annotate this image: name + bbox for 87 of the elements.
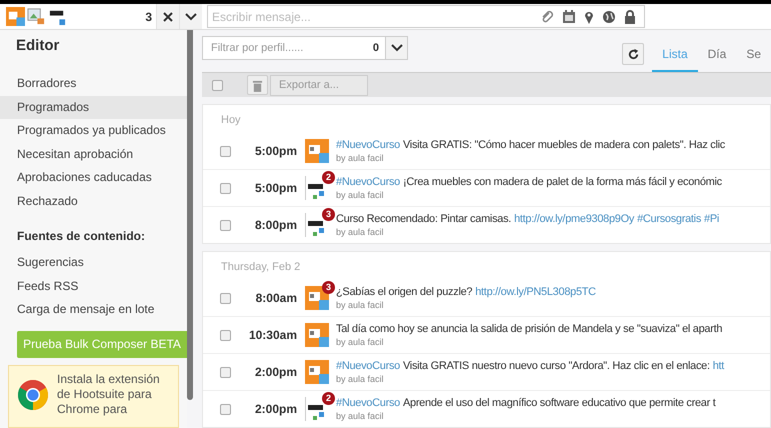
row-checkbox[interactable] xyxy=(220,182,231,194)
profile-selector[interactable]: 3 xyxy=(0,4,156,29)
export-dropdown[interactable]: Exportar a... xyxy=(270,74,368,96)
message-text: #NuevoCurso Aprende el uso del magnífico software educativo que permite crear t xyxy=(336,397,716,409)
message-text: ¿Sabías el origen del puzzle? http://ow.ly/PN5L308p5TC xyxy=(336,286,596,298)
row-checkbox[interactable] xyxy=(220,292,231,304)
chevron-down-icon xyxy=(185,12,197,20)
profile-filter-input[interactable]: Filtrar por perfil...... xyxy=(203,41,373,55)
profile-count: 3 xyxy=(145,10,152,24)
row-checkbox[interactable] xyxy=(220,330,231,340)
count-badge: 2 xyxy=(322,392,335,405)
row-checkbox[interactable] xyxy=(220,404,231,414)
scheduled-time: 2:00pm xyxy=(254,402,298,416)
message-text: #NuevoCurso Visita GRATIS nuestro nuevo curso "Ardora". Haz clic en el enlace: htt xyxy=(336,360,724,372)
calendar-icon[interactable] xyxy=(562,10,576,24)
scheduled-time: 8:00pm xyxy=(254,218,298,232)
message-link[interactable]: #NuevoCurso xyxy=(336,360,400,372)
dropdown-button[interactable] xyxy=(179,4,202,29)
close-icon xyxy=(163,12,173,22)
sidebar-item[interactable]: Programados xyxy=(0,96,187,119)
author-byline: by aula facil xyxy=(336,374,385,384)
sidebar-item[interactable]: Carga de mensaje en lote xyxy=(0,298,187,322)
promo-text: Instala la extensión de Hootsuite para Chrome para xyxy=(57,372,161,417)
message-text: #NuevoCurso Visita GRATIS: "Cómo hacer muebles de madera con palets". Haz clic xyxy=(336,139,725,151)
message-link[interactable]: #Cursosgratis xyxy=(637,213,702,225)
view-tab[interactable]: Se xyxy=(736,42,771,72)
author-byline: by aula facil xyxy=(336,300,385,310)
message-link[interactable]: http://ow.ly/PN5L308p5TC xyxy=(475,286,596,298)
message-text: #NuevoCurso ¡Crea muebles con madera de palet de la forma más fácil y económic xyxy=(336,176,722,188)
sidebar-item[interactable]: Programados ya publicados xyxy=(0,119,187,142)
profile-avatar xyxy=(305,323,329,347)
count-badge: 2 xyxy=(322,171,335,184)
scheduled-time: 5:00pm xyxy=(254,144,298,158)
author-byline: by aula facil xyxy=(336,227,385,237)
author-byline: by aula facil xyxy=(336,190,385,200)
sidebar-heading: Fuentes de contenido: xyxy=(16,228,146,245)
lock-icon[interactable] xyxy=(624,10,636,24)
message-link[interactable]: #Pi xyxy=(704,213,720,225)
author-byline: by aula facil xyxy=(336,337,385,347)
globe-icon[interactable] xyxy=(602,10,616,24)
row-checkbox[interactable] xyxy=(220,366,231,378)
profile-avatar xyxy=(305,139,329,163)
clear-button[interactable] xyxy=(156,4,179,29)
sidebar-item[interactable]: Aprobaciones caducadas xyxy=(0,166,187,190)
sidebar-item[interactable]: Necesitan aprobación xyxy=(0,142,187,166)
scheduled-time: 8:00am xyxy=(254,291,298,305)
sidebar-item[interactable]: Rechazado xyxy=(0,190,187,213)
scheduled-time: 2:00pm xyxy=(254,365,298,379)
sidebar-item[interactable]: Sugerencias xyxy=(0,251,187,274)
refresh-button[interactable] xyxy=(622,43,644,65)
profile-avatar xyxy=(305,360,329,384)
profile-filter-field[interactable]: Filtrar por perfil...... 0 xyxy=(202,36,408,60)
message-field[interactable]: Escribir mensaje... xyxy=(207,5,645,28)
profile-avatar xyxy=(6,7,25,26)
paperclip-icon[interactable] xyxy=(540,10,554,24)
delete-button[interactable] xyxy=(247,75,268,95)
message-link[interactable]: http://ow.ly/pme9308p9Oy xyxy=(514,213,634,225)
chevron-down-icon[interactable] xyxy=(385,37,407,59)
day-label: Thursday, Feb 2 xyxy=(220,260,302,275)
row-checkbox[interactable] xyxy=(220,146,231,156)
scheduled-time: 10:30am xyxy=(248,328,298,342)
broken-image-icon xyxy=(27,7,46,26)
scheduled-time: 5:00pm xyxy=(254,181,298,195)
count-badge: 3 xyxy=(322,208,335,221)
select-all-checkbox[interactable] xyxy=(212,80,223,90)
message-link[interactable]: htt xyxy=(712,360,724,372)
filter-count: 0 xyxy=(372,42,380,54)
refresh-icon xyxy=(626,48,640,60)
sidebar-title: Editor xyxy=(15,36,60,56)
row-checkbox[interactable] xyxy=(220,220,231,230)
message-link[interactable]: #NuevoCurso xyxy=(336,176,400,188)
message-text: Curso Recomendado: Pintar camisas. http://ow.ly/pme9308p9Oy #Cursosgratis #Pi xyxy=(336,213,720,225)
browser-logo-icon xyxy=(17,379,49,411)
author-byline: by aula facil xyxy=(336,411,385,421)
message-input[interactable]: Escribir mensaje... xyxy=(208,8,540,24)
sidebar-item[interactable]: Feeds RSS xyxy=(0,274,187,298)
count-badge: 3 xyxy=(322,281,335,294)
scrollbar[interactable] xyxy=(187,30,193,400)
location-pin-icon[interactable] xyxy=(584,10,594,24)
message-link[interactable]: #NuevoCurso xyxy=(336,139,400,151)
sidebar-item[interactable]: Borradores xyxy=(0,72,187,96)
message-text: Tal día como hoy se anuncia la salida de prisión de Mandela y se "suaviza" el aparth xyxy=(336,323,722,335)
day-label: Hoy xyxy=(220,113,242,128)
message-link[interactable]: #NuevoCurso xyxy=(336,397,400,409)
trash-icon xyxy=(252,78,263,92)
view-tab[interactable]: Día xyxy=(698,42,736,72)
author-byline: by aula facil xyxy=(336,153,385,163)
